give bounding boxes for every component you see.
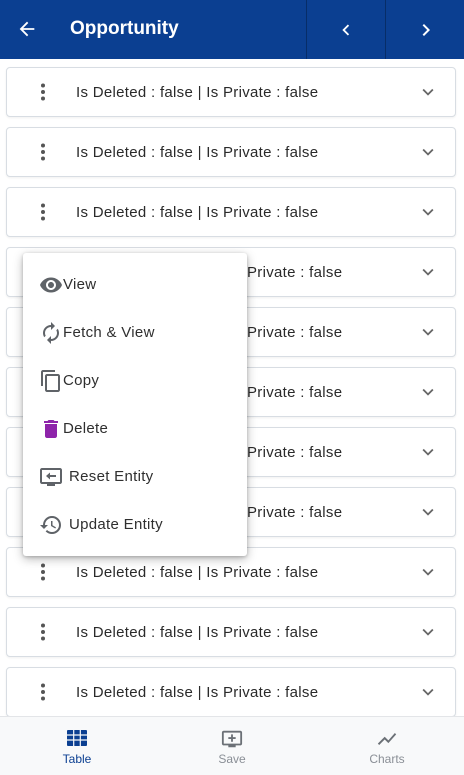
more-vertical-icon — [41, 143, 45, 161]
list-item[interactable]: Is Deleted : false | Is Private : false — [6, 187, 456, 237]
menu-item-fetch-view[interactable]: Fetch & View — [23, 309, 247, 357]
chevron-down-icon — [422, 268, 434, 276]
chevron-down-icon — [422, 388, 434, 396]
nav-save[interactable]: Save — [155, 717, 309, 775]
row-summary: Is Deleted : false | Is Private : false — [76, 684, 319, 701]
more-vertical-icon — [41, 203, 45, 221]
menu-item-copy[interactable]: Copy — [23, 357, 247, 405]
expand-button[interactable] — [417, 621, 439, 643]
expand-button[interactable] — [417, 381, 439, 403]
refresh-icon — [39, 321, 63, 345]
menu-item-delete[interactable]: Delete — [23, 405, 247, 453]
chevron-down-icon — [422, 508, 434, 516]
row-summary: Is Deleted : false | Is Private : false — [76, 144, 319, 161]
menu-item-label: Copy — [63, 372, 100, 389]
expand-button[interactable] — [417, 501, 439, 523]
menu-item-label: Update Entity — [69, 516, 163, 533]
reset-entity-icon — [39, 465, 63, 489]
row-summary: Private : false — [247, 324, 343, 341]
expand-button[interactable] — [417, 321, 439, 343]
save-monitor-icon — [155, 728, 309, 750]
chevron-down-icon — [422, 688, 434, 696]
more-vertical-icon — [41, 683, 45, 701]
row-summary: Private : false — [247, 264, 343, 281]
row-menu-button[interactable] — [31, 560, 55, 584]
line-chart-icon — [310, 728, 464, 750]
previous-record-button[interactable] — [306, 0, 385, 59]
more-vertical-icon — [41, 563, 45, 581]
history-icon — [39, 513, 63, 537]
row-menu-button[interactable] — [31, 680, 55, 704]
app-header: Opportunity — [0, 0, 464, 59]
row-menu-button[interactable] — [31, 80, 55, 104]
expand-button[interactable] — [417, 261, 439, 283]
expand-button[interactable] — [417, 201, 439, 223]
chevron-down-icon — [422, 628, 434, 636]
chevron-down-icon — [422, 148, 434, 156]
menu-item-label: Fetch & View — [63, 324, 155, 341]
more-vertical-icon — [41, 623, 45, 641]
table-icon — [0, 728, 154, 750]
menu-item-label: Reset Entity — [69, 468, 154, 485]
row-menu-button[interactable] — [31, 620, 55, 644]
bottom-navigation: Table Save Charts — [0, 716, 464, 775]
nav-charts[interactable]: Charts — [310, 717, 464, 775]
menu-item-reset-entity[interactable]: Reset Entity — [23, 453, 247, 501]
chevron-down-icon — [422, 568, 434, 576]
list-item[interactable]: Is Deleted : false | Is Private : false — [6, 67, 456, 117]
expand-button[interactable] — [417, 441, 439, 463]
expand-button[interactable] — [417, 141, 439, 163]
row-summary: Private : false — [247, 384, 343, 401]
menu-item-label: View — [63, 276, 97, 293]
menu-item-label: Delete — [63, 420, 109, 437]
arrow-left-icon — [19, 21, 35, 37]
eye-icon — [39, 273, 63, 297]
copy-icon — [39, 369, 63, 393]
row-summary: Is Deleted : false | Is Private : false — [76, 204, 319, 221]
more-vertical-icon — [41, 83, 45, 101]
nav-charts-label: Charts — [369, 752, 405, 766]
chevron-down-icon — [422, 328, 434, 336]
back-button[interactable] — [10, 12, 44, 46]
menu-item-view[interactable]: View — [23, 261, 247, 309]
trash-icon — [39, 417, 63, 441]
row-summary: Private : false — [247, 444, 343, 461]
nav-table-label: Table — [62, 752, 92, 766]
next-record-button[interactable] — [385, 0, 464, 59]
chevron-down-icon — [422, 208, 434, 216]
list-item[interactable]: Is Deleted : false | Is Private : false — [6, 127, 456, 177]
row-context-menu: View Fetch & View Copy Delete Reset Enti… — [23, 253, 247, 556]
page-title: Opportunity — [70, 18, 179, 39]
expand-button[interactable] — [417, 561, 439, 583]
nav-save-label: Save — [218, 752, 246, 766]
row-summary: Is Deleted : false | Is Private : false — [76, 624, 319, 641]
menu-item-update-entity[interactable]: Update Entity — [23, 501, 247, 549]
list-item[interactable]: Is Deleted : false | Is Private : false — [6, 667, 456, 716]
expand-button[interactable] — [417, 81, 439, 103]
row-summary: Is Deleted : false | Is Private : false — [76, 84, 319, 101]
chevron-down-icon — [422, 88, 434, 96]
expand-button[interactable] — [417, 681, 439, 703]
row-menu-button[interactable] — [31, 200, 55, 224]
row-summary: Private : false — [247, 504, 343, 521]
chevron-right-icon — [422, 23, 430, 36]
chevron-down-icon — [422, 448, 434, 456]
list-item[interactable]: Is Deleted : false | Is Private : false — [6, 607, 456, 657]
row-menu-button[interactable] — [31, 140, 55, 164]
nav-table[interactable]: Table — [0, 717, 154, 775]
chevron-left-icon — [342, 24, 350, 35]
